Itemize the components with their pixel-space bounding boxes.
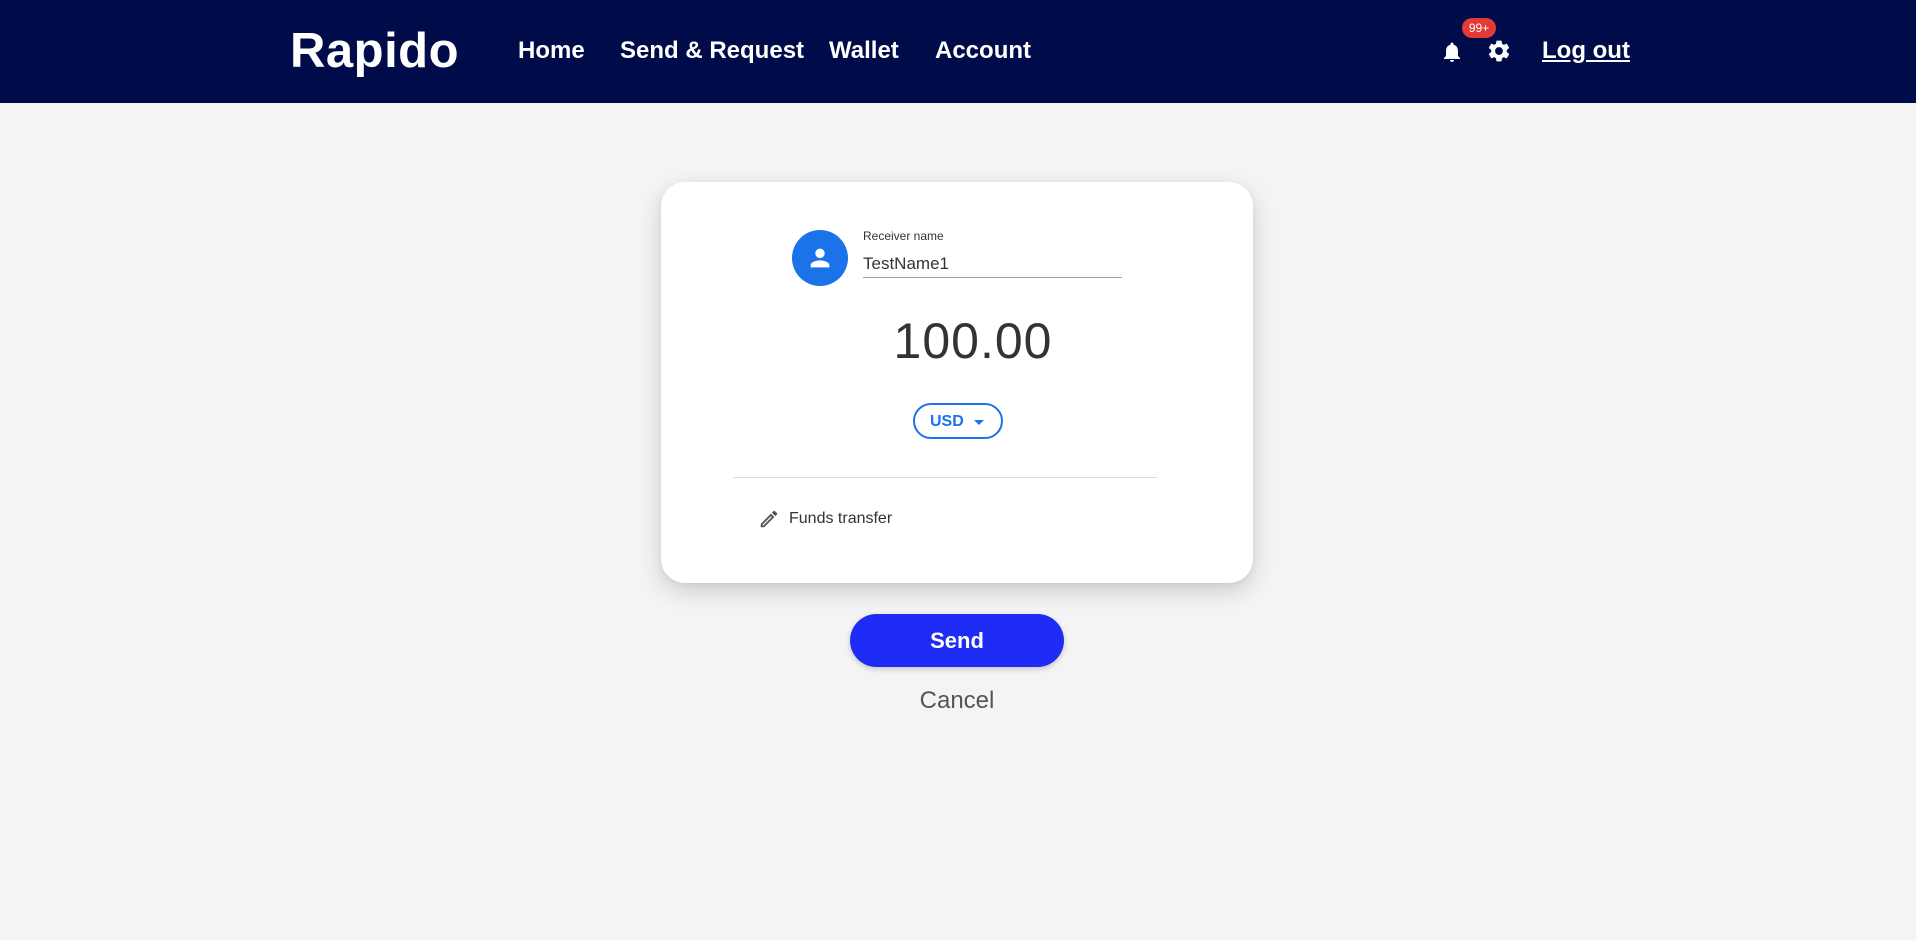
person-icon [810,248,830,268]
currency-select[interactable]: USD [913,403,1003,439]
pencil-icon[interactable] [758,508,780,535]
divider [733,477,1157,478]
transfer-card: Receiver name 100.00 USD Funds transfer [661,182,1253,583]
receiver-name-label: Receiver name [863,229,944,243]
receiver-name-input[interactable] [863,250,1122,278]
top-navigation-bar: Rapido Home Send & Request Wallet Accoun… [0,0,1916,103]
nav-home[interactable]: Home [518,37,585,65]
gear-icon[interactable] [1486,38,1512,64]
notification-badge: 99+ [1462,18,1496,38]
brand-logo[interactable]: Rapido [290,22,459,80]
currency-value: USD [930,413,964,430]
nav-account[interactable]: Account [935,37,1031,65]
cancel-button[interactable]: Cancel [850,687,1064,715]
chevron-down-icon [974,420,984,425]
nav-wallet[interactable]: Wallet [829,37,899,65]
nav-send-request[interactable]: Send & Request [620,37,804,65]
bell-icon[interactable] [1440,39,1464,65]
amount-field[interactable]: 100.00 [661,312,1285,370]
logout-link[interactable]: Log out [1542,37,1630,65]
send-button[interactable]: Send [850,614,1064,667]
receiver-avatar [792,230,848,286]
transfer-note[interactable]: Funds transfer [789,510,892,528]
